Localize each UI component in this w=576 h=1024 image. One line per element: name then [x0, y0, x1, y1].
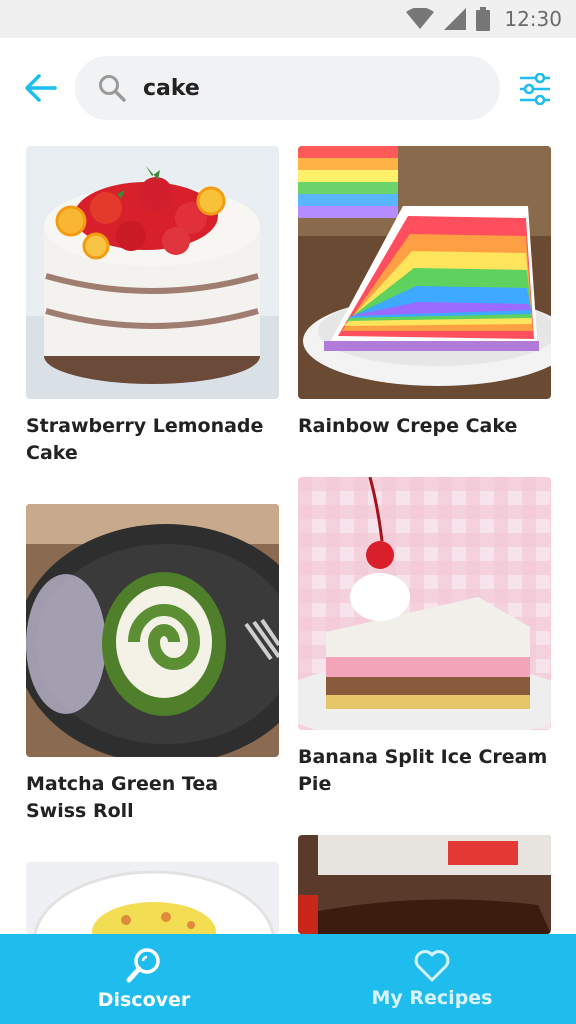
search-header: [0, 38, 576, 138]
recipe-title: Rainbow Crepe Cake: [298, 415, 518, 437]
recipe-card-matcha-green-tea-swiss-roll[interactable]: Matcha Green Tea Swiss Roll: [26, 504, 279, 825]
back-button[interactable]: [22, 70, 58, 106]
recipe-card-rainbow-crepe-cake[interactable]: Rainbow Crepe Cake: [298, 146, 551, 440]
status-icons: 12:30: [406, 6, 562, 32]
sliders-icon: [520, 73, 550, 105]
wifi-icon: [406, 8, 435, 29]
recipe-image: [298, 146, 551, 399]
nav-label-discover: Discover: [97, 989, 191, 1011]
search-icon: [97, 73, 127, 103]
recipe-card-partial-left[interactable]: [26, 862, 279, 934]
status-time: 12:30: [504, 7, 562, 31]
recipe-card-strawberry-lemonade-cake[interactable]: Strawberry Lemonade Cake: [26, 146, 279, 467]
recipe-title: Banana Split Ice Cream Pie: [298, 746, 548, 795]
recipe-title: Strawberry Lemonade Cake: [26, 415, 264, 464]
arrow-left-icon: [25, 74, 57, 102]
status-bar: 12:30: [0, 0, 576, 38]
recipe-image: [26, 862, 279, 934]
nav-tab-my-recipes[interactable]: My Recipes: [288, 934, 576, 1024]
recipe-title: Matcha Green Tea Swiss Roll: [26, 773, 219, 822]
recipe-image: [298, 835, 551, 934]
battery-icon: [476, 7, 491, 31]
heart-icon: [414, 950, 450, 982]
recipe-image: [26, 146, 279, 399]
recipe-image: [26, 504, 279, 757]
recipe-card-banana-split-ice-cream-pie[interactable]: Banana Split Ice Cream Pie: [298, 477, 551, 798]
nav-tab-discover[interactable]: Discover: [0, 934, 288, 1024]
cellular-signal-icon: [444, 8, 467, 30]
nav-label-my-recipes: My Recipes: [371, 987, 493, 1009]
bottom-navigation: Discover My Recipes: [0, 934, 576, 1024]
recipe-card-partial-right[interactable]: [298, 835, 551, 934]
discover-icon: [126, 948, 160, 983]
search-bar[interactable]: [75, 56, 500, 120]
recipe-image: [298, 477, 551, 730]
filter-button[interactable]: [516, 70, 554, 108]
search-input[interactable]: [143, 75, 473, 101]
